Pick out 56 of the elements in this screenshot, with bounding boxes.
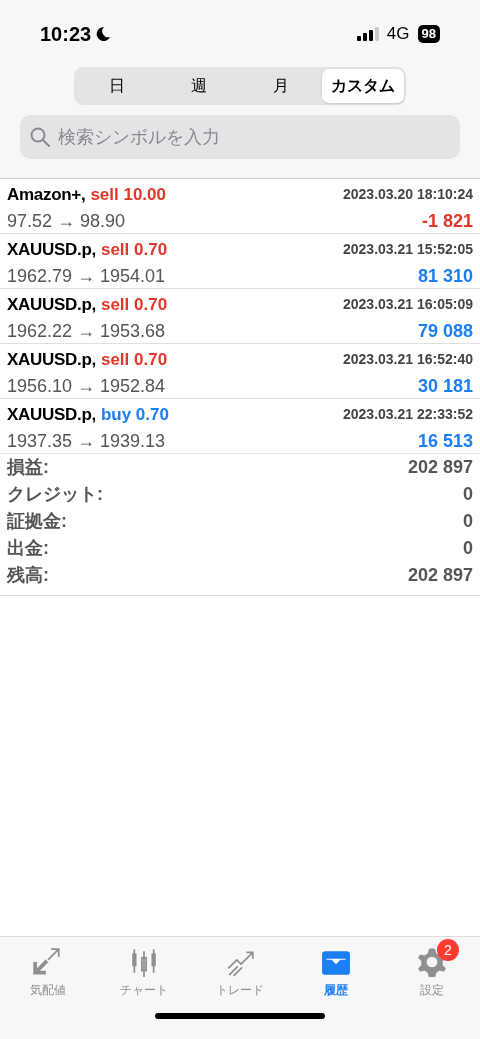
deal-order: sell 0.70 — [100, 239, 168, 261]
deal-prices: 1962.79 → 1954.01 — [7, 264, 166, 288]
battery-indicator: 98 — [417, 25, 440, 43]
period-tab[interactable]: 月 — [240, 69, 322, 103]
deal-order: sell 0.70 — [100, 294, 168, 316]
period-tab[interactable]: 週 — [158, 69, 240, 103]
summary-label: 出金: — [7, 537, 49, 560]
deal-prices: 1956.10 → 1952.84 — [7, 374, 166, 398]
deal-symbol: XAUUSD.p, — [7, 294, 96, 316]
deal-time: 2023.03.21 22:33:52 — [343, 405, 473, 425]
deal-profit: 16 513 — [417, 429, 473, 453]
deal-time: 2023.03.21 16:05:09 — [343, 295, 473, 315]
deal-time: 2023.03.20 18:10:24 — [343, 185, 473, 205]
deal-row[interactable]: XAUUSD.p, sell 0.70 2023.03.21 15:52:05 1962.79 → 1954.01 81 310 — [0, 234, 480, 289]
deal-symbol: XAUUSD.p, — [7, 239, 96, 261]
summary-value: 0 — [463, 483, 473, 506]
candlestick-icon — [129, 947, 159, 977]
deal-row[interactable]: XAUUSD.p, sell 0.70 2023.03.21 16:52:40 1956.10 → 1952.84 30 181 — [0, 344, 480, 399]
deal-row[interactable]: XAUUSD.p, buy 0.70 2023.03.21 22:33:52 1937.35 → 1939.13 16 513 — [0, 399, 480, 454]
deal-profit: -1 821 — [421, 209, 473, 233]
summary-value: 202 897 — [407, 564, 473, 587]
moon-icon — [95, 26, 112, 42]
deal-prices: 1937.35 → 1939.13 — [7, 429, 166, 453]
summary-label: 証拠金: — [7, 510, 67, 533]
network-label: 4G — [386, 23, 410, 46]
deal-order: sell 10.00 — [90, 184, 166, 206]
deal-symbol: Amazon+, — [7, 184, 86, 206]
period-tab[interactable]: 日 — [76, 69, 158, 103]
deal-prices: 1962.22 → 1953.68 — [7, 319, 166, 343]
tab-bar-item[interactable]: 2 設定 — [384, 937, 480, 1001]
summary-value: 0 — [463, 510, 473, 533]
period-tab[interactable]: カスタム — [322, 69, 404, 103]
deal-time: 2023.03.21 15:52:05 — [343, 240, 473, 260]
deal-profit: 81 310 — [417, 264, 473, 288]
deal-row[interactable]: XAUUSD.p, sell 0.70 2023.03.21 16:05:09 1962.22 → 1953.68 79 088 — [0, 289, 480, 344]
deal-prices: 97.52 → 98.90 — [7, 209, 126, 233]
arrows-icon — [33, 947, 63, 977]
deal-time: 2023.03.21 16:52:40 — [343, 350, 473, 370]
deal-row[interactable]: Amazon+, sell 10.00 2023.03.20 18:10:24 97.52 → 98.90 -1 821 — [0, 179, 480, 234]
search-field[interactable]: 検索シンボルを入力 — [20, 115, 460, 159]
summary-label: 残高: — [7, 564, 49, 587]
summary-value: 0 — [463, 537, 473, 560]
deal-profit: 30 181 — [417, 374, 473, 398]
search-icon — [30, 127, 50, 147]
summary-value: 202 897 — [407, 456, 473, 479]
deal-symbol: XAUUSD.p, — [7, 349, 96, 371]
deal-order: sell 0.70 — [100, 349, 168, 371]
signal-icon — [356, 27, 379, 41]
summary-label: 損益: — [7, 456, 49, 479]
deal-symbol: XAUUSD.p, — [7, 404, 96, 426]
notification-badge: 2 — [437, 939, 459, 961]
tab-bar-item[interactable]: 履歴 — [288, 937, 384, 1001]
deal-profit: 79 088 — [417, 319, 473, 343]
summary-label: クレジット: — [7, 483, 103, 506]
deal-order: buy 0.70 — [100, 404, 169, 426]
status-time: 10:23 — [40, 22, 92, 47]
